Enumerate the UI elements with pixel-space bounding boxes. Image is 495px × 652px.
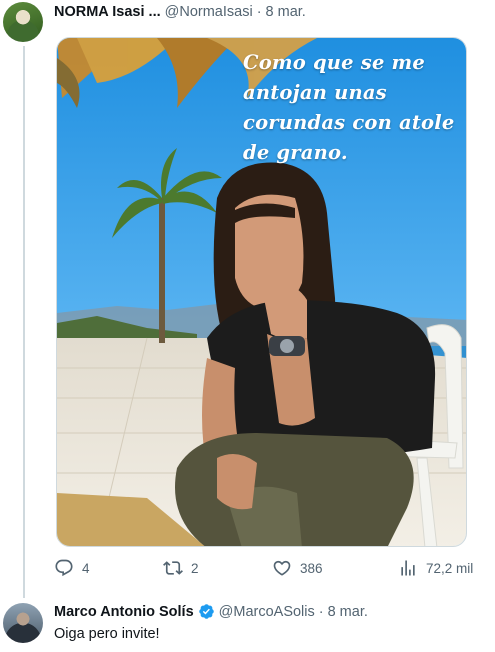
- tweet-header: NORMA Isasi ... @NormaIsasi · 8 mar.: [54, 4, 487, 20]
- like-count: 386: [300, 560, 323, 576]
- tweet-date[interactable]: 8 mar.: [266, 4, 306, 20]
- reply-author-handle[interactable]: @MarcoASolis: [219, 604, 315, 620]
- tweet-action-bar: 4 2 386 72,2 mil: [54, 558, 481, 582]
- separator-dot: ·: [256, 4, 262, 20]
- reply-text: Oiga pero invite!: [54, 626, 160, 642]
- avatar[interactable]: [3, 2, 43, 42]
- image-overlay-text: Como que se me antojan unas corundas con…: [243, 51, 455, 164]
- views-icon: [401, 560, 415, 576]
- reply-author-name[interactable]: Marco Antonio Solís: [54, 604, 194, 620]
- author-handle[interactable]: @NormaIsasi: [165, 4, 253, 20]
- thread-connector-line: [23, 46, 25, 598]
- views-button[interactable]: 72,2 mil: [398, 558, 473, 578]
- reply-date[interactable]: 8 mar.: [328, 604, 368, 620]
- author-name[interactable]: NORMA Isasi ...: [54, 4, 161, 20]
- reply-icon: [55, 559, 73, 577]
- like-icon: [273, 560, 291, 576]
- reply-avatar[interactable]: [3, 603, 43, 643]
- retweet-count: 2: [191, 560, 199, 576]
- reply-separator-dot: ·: [318, 603, 324, 620]
- reply-count: 4: [82, 560, 90, 576]
- tweet-image[interactable]: Como que se me antojan unas corundas con…: [56, 37, 467, 547]
- like-button[interactable]: 386: [272, 558, 323, 578]
- verified-badge-icon: [198, 604, 214, 619]
- views-count: 72,2 mil: [426, 560, 474, 576]
- reply-header: Marco Antonio Solís @MarcoASolis · 8 mar…: [54, 603, 491, 620]
- reply-button[interactable]: 4: [54, 558, 90, 578]
- retweet-icon: [163, 561, 183, 575]
- retweet-button[interactable]: 2: [163, 558, 199, 578]
